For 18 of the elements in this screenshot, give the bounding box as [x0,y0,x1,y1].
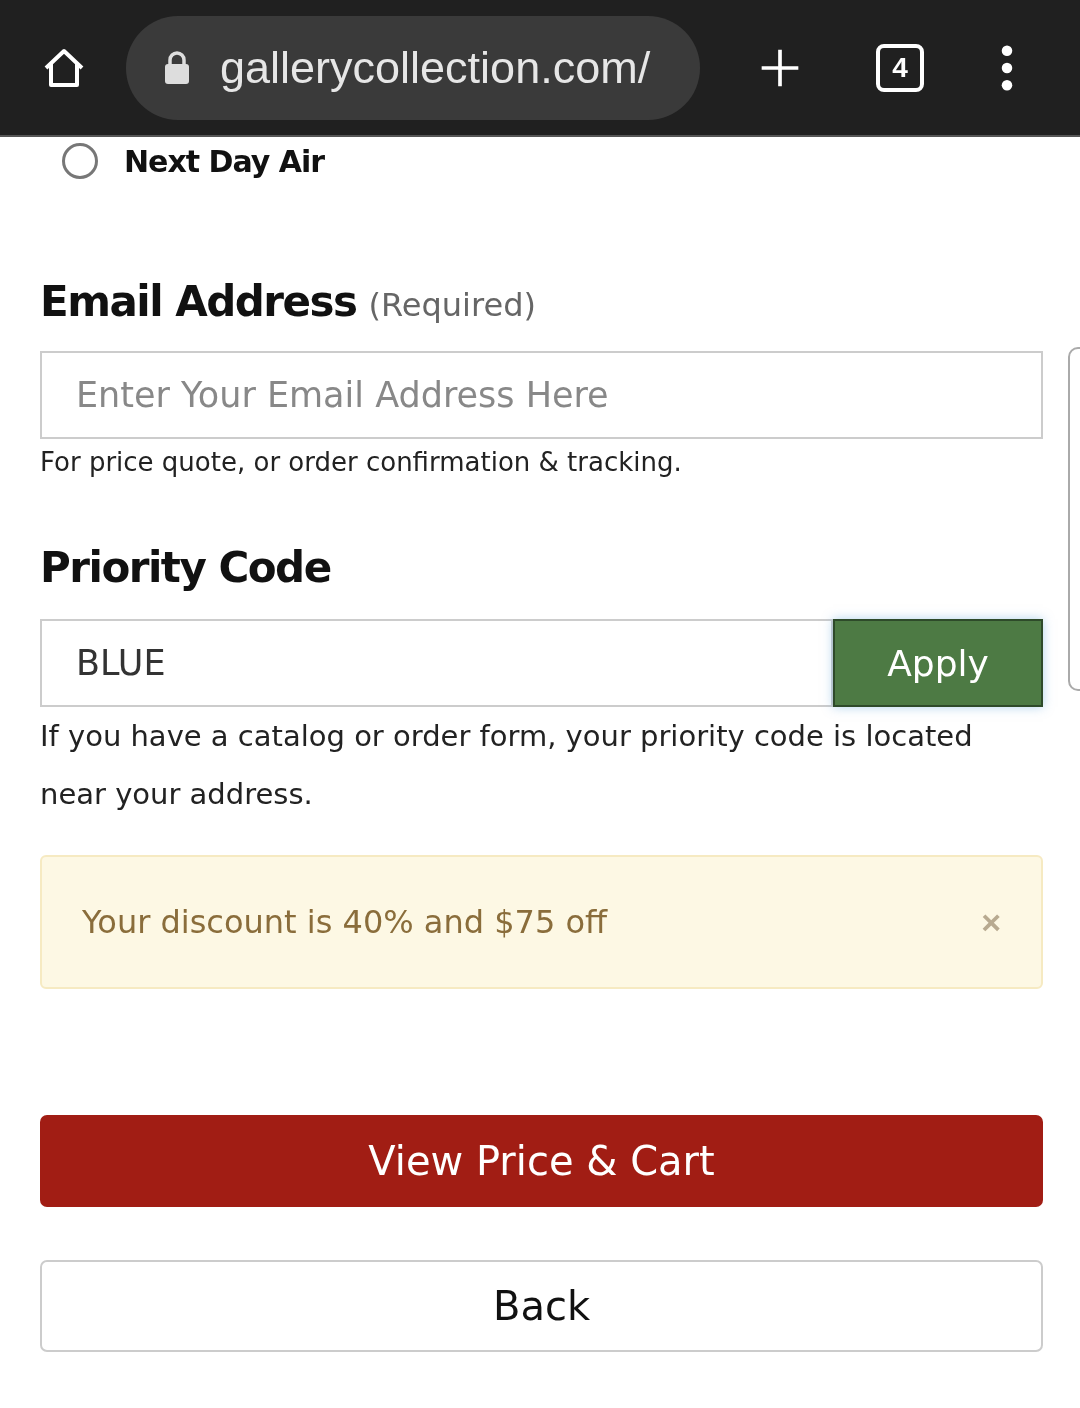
lock-icon [162,49,192,86]
address-bar[interactable]: gallerycollection.com/ [126,15,700,120]
back-button[interactable]: Back [40,1260,1043,1352]
view-cart-button[interactable]: View Price & Cart [40,1115,1043,1207]
alert-message: Your discount is 40% and $75 off [82,903,608,941]
url-text: gallerycollection.com/ [220,41,651,94]
tab-count-button[interactable]: 4 [876,43,924,92]
radio-button[interactable] [62,143,98,179]
help-text: For price quote, or order confirmation & tracking. [40,447,683,477]
apply-button[interactable]: Apply [833,619,1043,707]
email-field[interactable]: Enter Your Email Address Here [40,351,1043,439]
help-text: If you have a catalog or order form, your priority code is located near your address. [40,718,974,813]
required-note: (Required) [368,286,536,324]
shipping-option-label: Next Day Air [124,143,325,179]
menu-icon[interactable] [1000,44,1014,91]
field-label: Email Address [40,277,357,326]
field-label: Priority Code [40,543,331,592]
priority-code-field[interactable]: BLUE [40,619,833,707]
